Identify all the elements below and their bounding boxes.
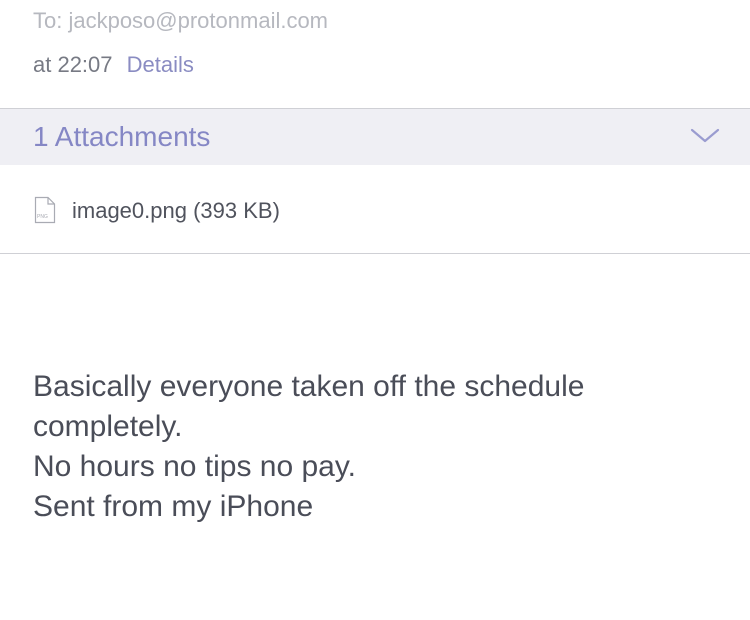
chevron-down-icon[interactable] xyxy=(690,127,720,145)
attachment-filename: image0.png (393 KB) xyxy=(72,198,280,223)
file-type-label: PNG xyxy=(37,214,48,220)
png-file-icon: PNG xyxy=(34,196,56,224)
message-line: Basically everyone taken off the schedul… xyxy=(33,370,585,403)
timestamp: at 22:07 xyxy=(33,52,113,77)
details-link[interactable]: Details xyxy=(127,52,194,77)
signature-line: Sent from my iPhone xyxy=(33,490,314,523)
attachment-item[interactable]: PNG image0.png (393 KB) xyxy=(0,165,750,253)
message-line: No hours no tips no pay. xyxy=(33,450,356,483)
timestamp-line: at 22:07 Details xyxy=(33,52,194,78)
message-header: To: jackposo@protonmail.com at 22:07 Det… xyxy=(0,0,750,108)
divider xyxy=(0,253,750,254)
recipient-line: To: jackposo@protonmail.com xyxy=(33,8,329,33)
message-line: completely. xyxy=(33,410,183,443)
message-body: Basically everyone taken off the schedul… xyxy=(33,367,723,527)
attachments-title: 1 Attachments xyxy=(33,121,211,152)
attachments-header[interactable]: 1 Attachments xyxy=(0,109,750,165)
